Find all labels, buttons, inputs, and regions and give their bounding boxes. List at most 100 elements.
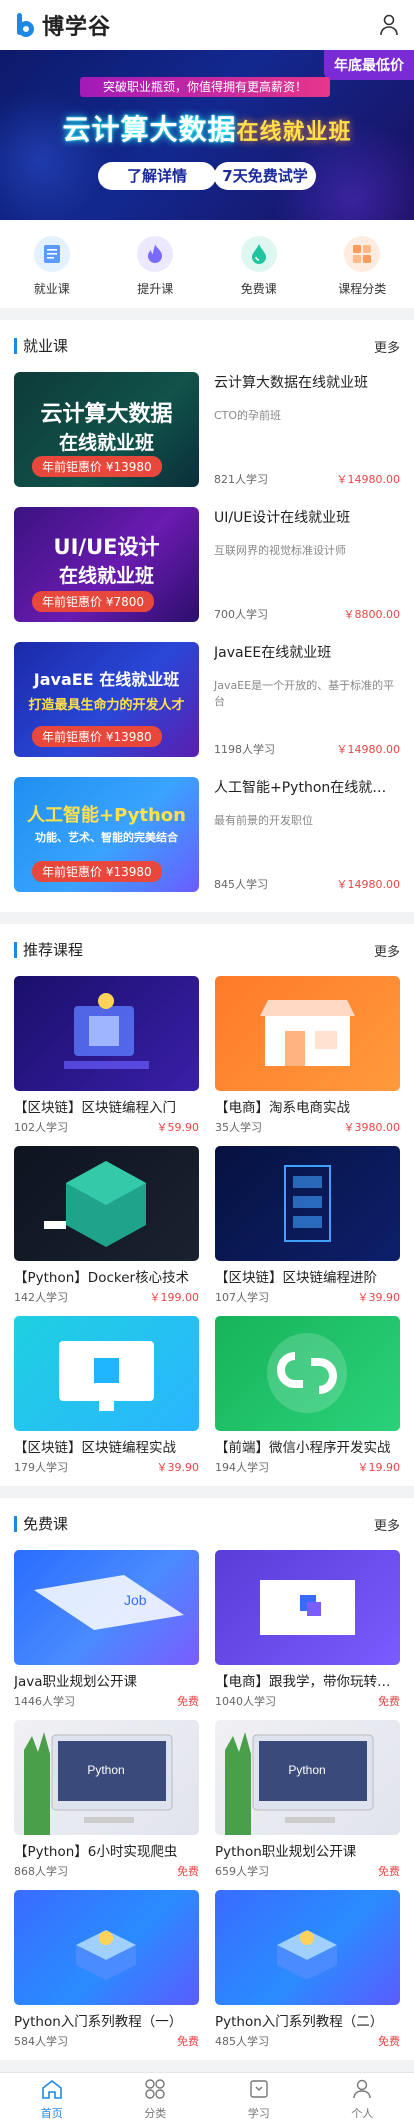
learner-count: 700人学习: [214, 608, 268, 621]
quicknav-label: 免费课: [240, 281, 277, 296]
course-thumbnail: Job: [14, 1550, 199, 1665]
more-link[interactable]: 更多: [374, 941, 400, 960]
banner-strip: 突破职业瓶颈，你值得拥有更高薪资！: [80, 77, 330, 97]
banner-headline-tail: 在线就业班: [236, 120, 352, 145]
course-thumbnail: [215, 1890, 400, 2005]
course-price: 免费: [177, 2035, 199, 2048]
more-link[interactable]: 更多: [374, 337, 400, 356]
job-course-card[interactable]: UI/UE设计 在线就业班 年前钜惠价 ¥7800 UI/UE设计在线就业班 互…: [14, 507, 400, 642]
thumb-line2: 在线就业班: [58, 432, 154, 454]
course-card[interactable]: 【电商】跟我学，带你玩转电商 1040人学习 免费: [215, 1550, 400, 1720]
course-title: 云计算大数据在线就业班: [214, 375, 368, 391]
course-card[interactable]: 【Python】Docker核心技术 142人学习 ￥199.00: [14, 1146, 199, 1316]
course-card[interactable]: 【区块链】区块链编程入门 102人学习 ￥59.90: [14, 976, 199, 1146]
job-course-card[interactable]: 人工智能+Python 功能、艺术、智能的完美结合 年前钜惠价 ¥13980 人…: [14, 777, 400, 912]
quicknav-label: 就业课: [33, 281, 70, 296]
course-price: ￥8800.00: [343, 608, 401, 621]
tab-profile[interactable]: 个人: [322, 2079, 402, 2121]
course-title: 【区块链】区块链编程进阶: [215, 1270, 377, 1286]
course-card[interactable]: Python Python职业规划公开课 659人学习 免费: [215, 1720, 400, 1890]
thumb-line2: 打造最具生命力的开发人才: [28, 698, 185, 713]
thumb-text: Job: [124, 1592, 147, 1608]
learner-count: 35人学习: [215, 1121, 262, 1134]
course-card[interactable]: 【区块链】区块链编程实战 179人学习 ￥39.90: [14, 1316, 199, 1486]
course-title: 【Python】Docker核心技术: [14, 1270, 190, 1286]
course-price: ￥39.90: [357, 1291, 401, 1304]
course-thumbnail: [215, 1146, 400, 1261]
logo-icon: [14, 12, 38, 38]
thumb-price: 年前钜惠价 ¥13980: [32, 456, 162, 477]
section-title: 就业课: [14, 338, 68, 354]
thumb-line2: 在线就业班: [58, 565, 154, 587]
course-title: Java职业规划公开课: [14, 1674, 138, 1690]
learn-more-button[interactable]: 了解详情: [98, 162, 216, 190]
recommend-section: 推荐课程 更多 【区块链】区块链编程入门 102人学习 ￥59.90 【电商】淘系…: [0, 924, 414, 1486]
course-thumbnail: [215, 1316, 400, 1431]
course-thumbnail: JavaEE 在线就业班 打造最具生命力的开发人才 年前钜惠价 ¥13980: [14, 642, 199, 757]
course-desc: CTO的孕前班: [214, 409, 282, 422]
grid-icon: [344, 235, 381, 272]
banner-headline-main: 云计算大数据: [62, 113, 237, 146]
learner-count: 1198人学习: [214, 743, 275, 756]
job-course-card[interactable]: 云计算大数据 在线就业班 年前钜惠价 ¥13980 云计算大数据在线就业班 CT…: [14, 372, 400, 507]
job-course-card[interactable]: JavaEE 在线就业班 打造最具生命力的开发人才 年前钜惠价 ¥13980 J…: [14, 642, 400, 777]
course-price: 免费: [177, 1695, 199, 1708]
quicknav-item-advance[interactable]: 提升课: [115, 235, 195, 297]
logo-text: 博学谷: [42, 15, 112, 40]
tab-study[interactable]: 学习: [219, 2079, 299, 2121]
course-card[interactable]: Python入门系列教程（二） 485人学习 免费: [215, 1890, 400, 2060]
course-card[interactable]: Python 【Python】6小时实现爬虫 868人学习 免费: [14, 1720, 199, 1890]
learner-count: 107人学习: [215, 1291, 269, 1304]
course-title: UI/UE设计在线就业班: [214, 510, 351, 526]
thumb-text: Python: [288, 1763, 325, 1777]
course-thumbnail: 人工智能+Python 功能、艺术、智能的完美结合 年前钜惠价 ¥13980: [14, 777, 199, 892]
quicknav-item-category[interactable]: 课程分类: [322, 235, 402, 297]
tab-home[interactable]: 首页: [12, 2079, 92, 2121]
course-price: ￥3980.00: [343, 1121, 401, 1134]
course-price: ￥199.00: [149, 1291, 200, 1304]
banner-headline: 云计算大数据在线就业班: [0, 108, 414, 148]
free-trial-button[interactable]: 7天免费试学: [214, 162, 316, 190]
course-price: ￥39.90: [156, 1461, 200, 1474]
thumb-line2: 功能、艺术、智能的完美结合: [35, 831, 178, 844]
category-icon: [144, 2078, 166, 2102]
section-title: 免费课: [14, 1516, 68, 1532]
quicknav-item-job[interactable]: 就业课: [12, 235, 92, 297]
tab-category[interactable]: 分类: [115, 2078, 195, 2121]
course-card[interactable]: Python入门系列教程（一） 584人学习 免费: [14, 1890, 199, 2060]
course-title: 【电商】跟我学，带你玩转电商: [215, 1674, 400, 1690]
course-card[interactable]: Job Java职业规划公开课 1446人学习 免费: [14, 1550, 199, 1720]
learner-count: 659人学习: [215, 1865, 269, 1878]
course-price: 免费: [378, 1865, 400, 1878]
app-logo[interactable]: 博学谷: [14, 9, 111, 41]
tab-label: 学习: [247, 2106, 270, 2120]
user-icon[interactable]: [378, 14, 400, 36]
course-title: 【前端】微信小程序开发实战: [215, 1440, 391, 1456]
promo-banner[interactable]: 年底最低价 突破职业瓶颈，你值得拥有更高薪资！ 云计算大数据在线就业班 了解详情…: [0, 50, 414, 220]
job-courses-section: 就业课 更多 云计算大数据 在线就业班 年前钜惠价 ¥13980 云计算大数据在…: [0, 320, 414, 912]
course-price: ￥19.90: [357, 1461, 401, 1474]
course-card[interactable]: 【前端】微信小程序开发实战 194人学习 ￥19.90: [215, 1316, 400, 1486]
quick-nav: 就业课 提升课 免费课 课程分类: [0, 220, 414, 308]
learner-count: 194人学习: [215, 1461, 269, 1474]
course-price: ￥14980.00: [336, 473, 401, 486]
bottom-tab-bar: 首页 分类 学习 个人: [0, 2072, 414, 2126]
learner-count: 102人学习: [14, 1121, 68, 1134]
thumb-price: 年前钜惠价 ¥13980: [32, 726, 162, 747]
tab-label: 个人: [351, 2106, 374, 2120]
flame-icon: [137, 235, 174, 272]
course-price: 免费: [378, 2035, 400, 2048]
app-header: 博学谷: [0, 0, 414, 50]
course-thumbnail: [215, 1550, 400, 1665]
course-card[interactable]: 【区块链】区块链编程进阶 107人学习 ￥39.90: [215, 1146, 400, 1316]
more-link[interactable]: 更多: [374, 1515, 400, 1534]
user-icon: [351, 2079, 373, 2102]
quicknav-item-free[interactable]: 免费课: [219, 235, 299, 297]
course-title: JavaEE在线就业班: [214, 645, 332, 661]
course-card[interactable]: 【电商】淘系电商实战 35人学习 ￥3980.00: [215, 976, 400, 1146]
learner-count: 584人学习: [14, 2035, 68, 2048]
section-title: 推荐课程: [14, 942, 83, 958]
course-title: Python职业规划公开课: [215, 1844, 357, 1860]
course-thumbnail: [14, 1890, 199, 2005]
course-title: 【区块链】区块链编程入门: [14, 1100, 176, 1116]
